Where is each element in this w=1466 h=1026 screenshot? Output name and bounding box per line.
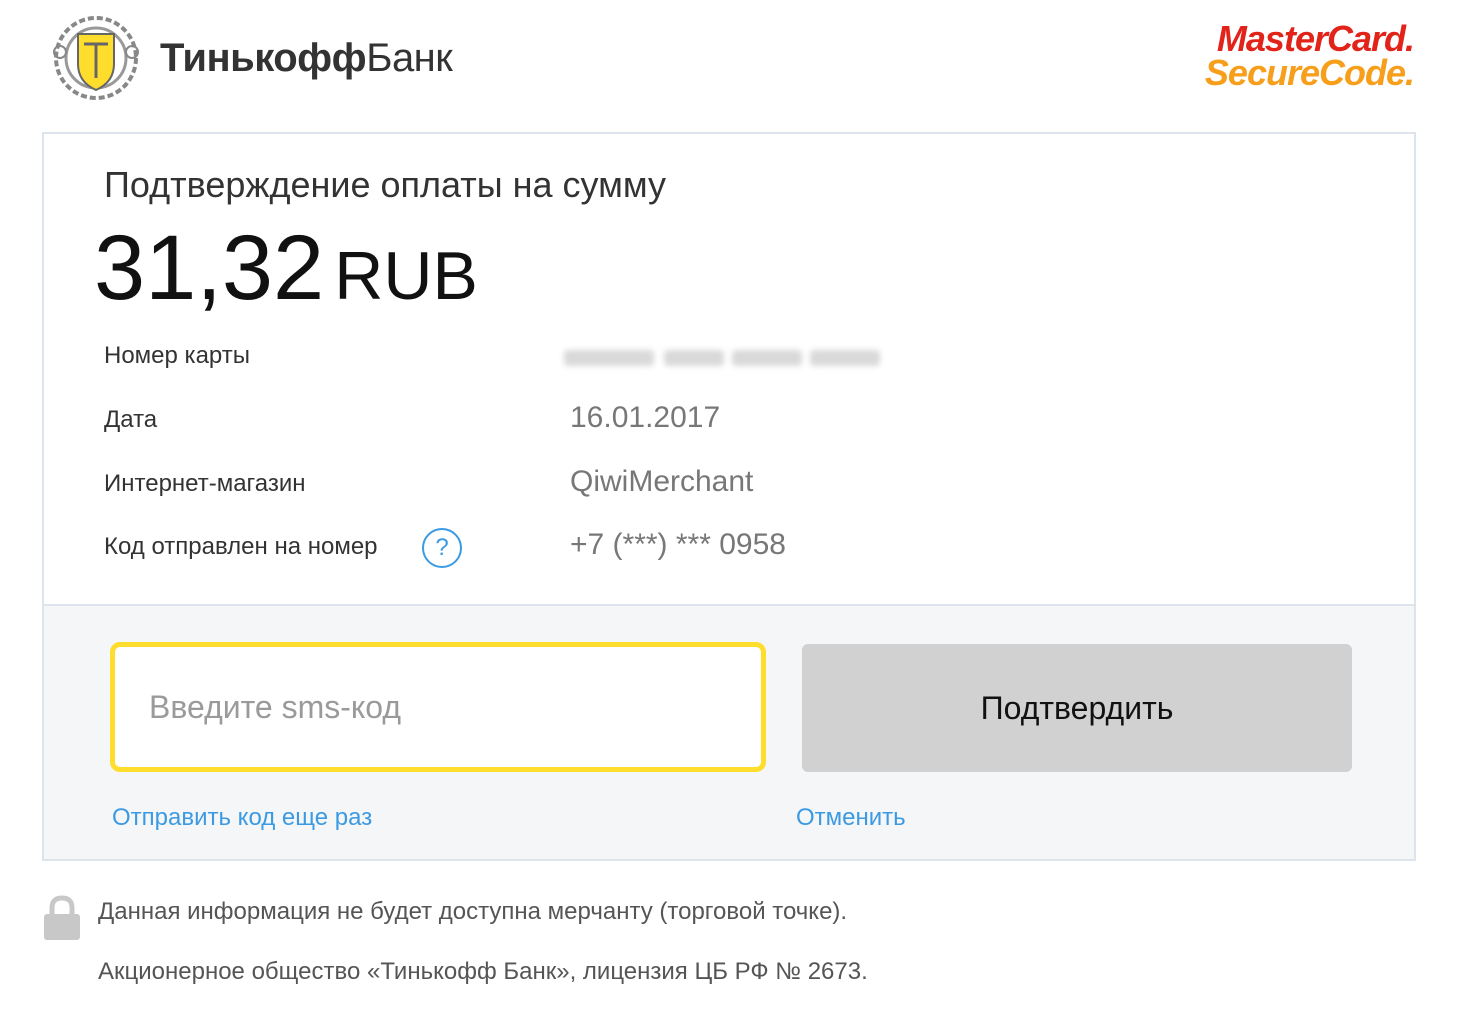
question-circle-icon[interactable]: ? [422, 528, 462, 568]
cancel-link[interactable]: Отменить [796, 804, 906, 832]
date-value: 16.01.2017 [570, 401, 721, 434]
tinkoff-crest-icon [53, 16, 139, 100]
lock-icon [44, 895, 80, 940]
card-number-label: Номер карты [104, 342, 250, 369]
merchant-value: QiwiMerchant [570, 465, 754, 498]
confirm-button[interactable]: Подтвердить [802, 644, 1352, 772]
amount-value: 31,32 [94, 217, 325, 319]
payment-card: Подтверждение оплаты на сумму 31,32 RUB Н… [42, 132, 1416, 861]
legal-notice: Акционерное общество «Тинькофф Банк», ли… [98, 958, 868, 985]
date-label: Дата [104, 406, 158, 433]
sms-code-input[interactable] [110, 642, 766, 772]
bank-name-light: Банк [366, 36, 453, 80]
payment-amount: 31,32 RUB [94, 216, 478, 321]
phone-value: +7 (***) *** 0958 [570, 528, 786, 561]
bank-name: ТинькоффБанк [160, 36, 453, 81]
card-number-masked [564, 340, 894, 374]
bank-name-bold: Тинькофф [160, 36, 367, 80]
mastercard-securecode-logo: MasterCard. SecureCode. [1204, 18, 1415, 93]
confirm-title: Подтверждение оплаты на сумму [104, 164, 667, 205]
header: ТинькоффБанк MasterCard. SecureCode. [0, 0, 1466, 120]
mc-line2: SecureCode. [1204, 52, 1415, 93]
amount-currency: RUB [334, 238, 478, 314]
payment-details: Подтверждение оплаты на сумму 31,32 RUB Н… [44, 134, 1414, 606]
mc-line1: MasterCard. [1216, 18, 1415, 59]
privacy-note: Данная информация не будет доступна мерч… [98, 898, 848, 925]
resend-code-link[interactable]: Отправить код еще раз [112, 804, 372, 832]
merchant-label: Интернет-магазин [104, 470, 306, 497]
phone-label: Код отправлен на номер [104, 533, 378, 560]
